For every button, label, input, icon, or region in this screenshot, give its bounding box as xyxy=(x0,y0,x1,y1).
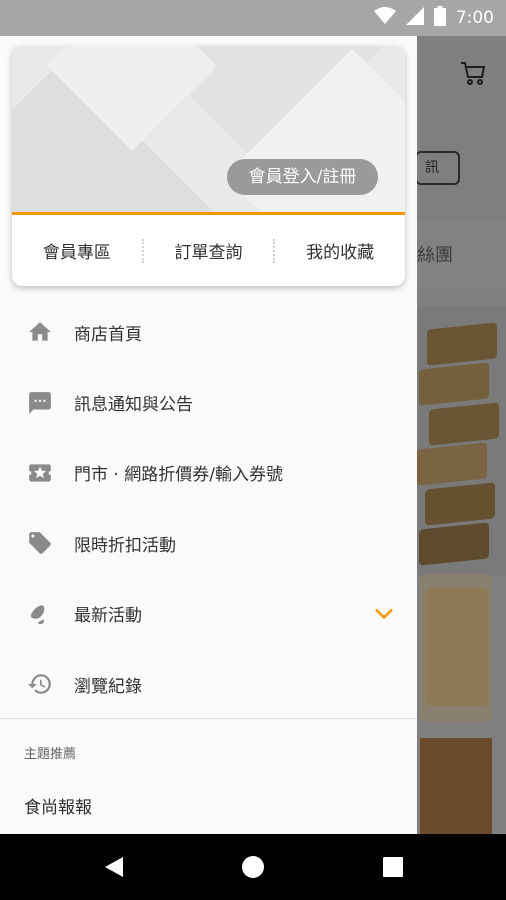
background-partial-button: 訊 xyxy=(415,151,460,185)
section-divider xyxy=(0,718,417,719)
menu-item-flash-sale[interactable]: 限時折扣活動 xyxy=(0,508,417,578)
menu-item-label: 限時折扣活動 xyxy=(74,535,176,556)
menu-item-label: 門市 · 網路折價券/輸入券號 xyxy=(74,465,283,486)
order-query-link[interactable]: 訂單查詢 xyxy=(144,238,274,263)
background-tab-strip: 絲團 xyxy=(417,219,506,289)
member-links: 會員專區 訂單查詢 我的收藏 xyxy=(12,215,405,286)
menu-item-coupons[interactable]: 門市 · 網路折價券/輸入券號 xyxy=(0,438,417,508)
background-product-image-2 xyxy=(420,738,492,834)
background-product-image xyxy=(420,574,492,722)
bell-icon xyxy=(27,601,53,627)
menu-item-store-home[interactable]: 商店首頁 xyxy=(0,297,417,367)
history-icon xyxy=(27,671,53,697)
chevron-down-icon[interactable] xyxy=(374,604,394,623)
menu-item-latest-events[interactable]: 最新活動 xyxy=(0,579,417,649)
favorites-link[interactable]: 我的收藏 xyxy=(275,238,405,263)
menu-item-label: 訊息通知與公告 xyxy=(74,395,193,416)
cart-icon xyxy=(460,61,486,89)
status-time: 7:00 xyxy=(455,8,494,28)
background-food-image xyxy=(417,306,506,576)
wifi-icon xyxy=(373,7,396,29)
recents-icon[interactable] xyxy=(363,834,423,900)
back-icon[interactable] xyxy=(84,834,144,900)
battery-icon xyxy=(433,6,446,30)
menu-item-label: 瀏覽紀錄 xyxy=(74,676,142,697)
navigation-drawer: 會員登入/註冊 會員專區 訂單查詢 我的收藏 商店首頁 訊息通知與公告 門市 ·… xyxy=(0,36,417,834)
system-nav-bar xyxy=(0,834,506,900)
member-area-link[interactable]: 會員專區 xyxy=(12,238,142,263)
menu-item-notifications[interactable]: 訊息通知與公告 xyxy=(0,367,417,437)
menu-item-label: 商店首頁 xyxy=(74,324,142,345)
status-bar: 7:00 xyxy=(0,0,506,36)
menu-item-label: 最新活動 xyxy=(74,606,142,627)
home-icon xyxy=(27,319,53,345)
home-circle-icon[interactable] xyxy=(223,834,283,900)
section-item-food-news[interactable]: 食尚報報 xyxy=(24,793,92,818)
member-card: 會員登入/註冊 會員專區 訂單查詢 我的收藏 xyxy=(12,46,405,286)
drawer-menu: 商店首頁 訊息通知與公告 門市 · 網路折價券/輸入券號 限時折扣活動 最新活動 xyxy=(0,297,417,719)
login-register-button[interactable]: 會員登入/註冊 xyxy=(227,159,378,195)
message-icon xyxy=(27,390,53,416)
background-partial-tab: 絲團 xyxy=(417,245,453,266)
section-title: 主題推薦 xyxy=(24,747,77,762)
member-banner: 會員登入/註冊 xyxy=(12,46,405,214)
ticket-icon xyxy=(27,460,53,486)
tag-icon xyxy=(27,530,53,556)
cellular-signal-icon xyxy=(405,7,424,29)
menu-item-browse-history[interactable]: 瀏覽紀錄 xyxy=(0,649,417,719)
